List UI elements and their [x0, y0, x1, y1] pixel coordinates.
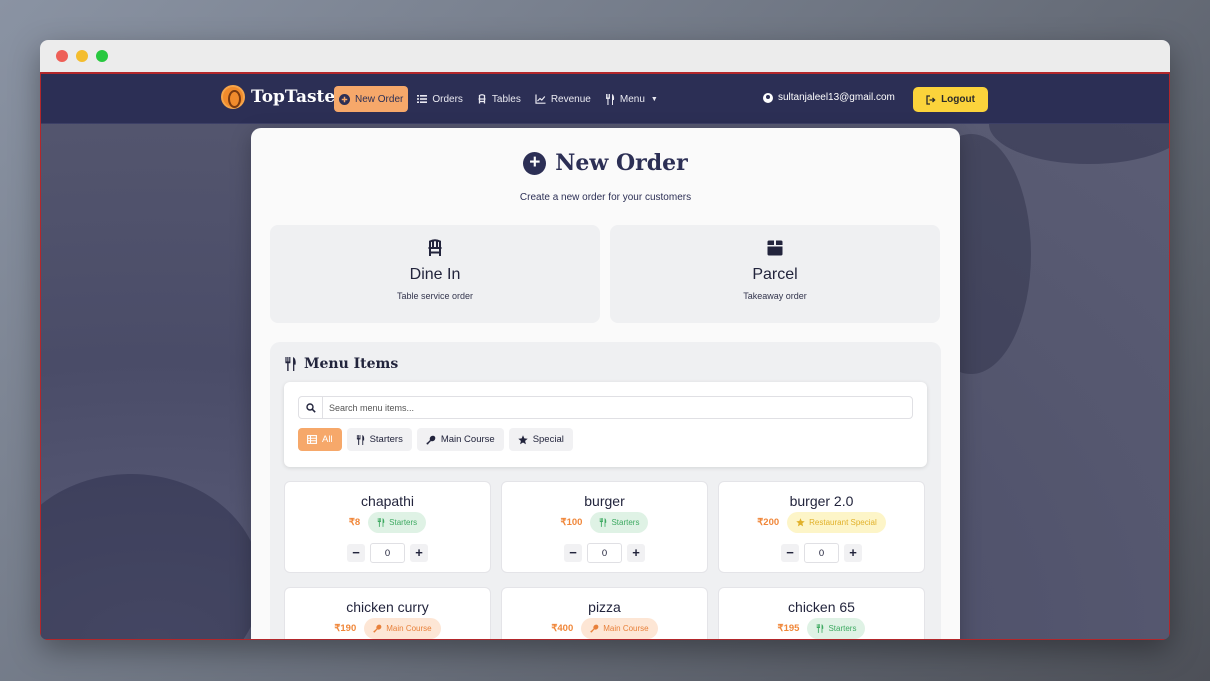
page-title: + New Order	[251, 150, 960, 176]
menu-filter-box: All Starters Main Course Special	[284, 382, 927, 467]
menu-item-card[interactable]: burger ₹100 Starters − 0 +	[501, 481, 708, 573]
nav-orders[interactable]: Orders	[412, 86, 468, 112]
decrease-qty-button[interactable]: −	[347, 544, 365, 562]
item-name: burger 2.0	[789, 493, 854, 509]
new-order-panel: + New Order Create a new order for your …	[251, 128, 960, 639]
item-name: burger	[584, 493, 625, 509]
category-badge: Main Course	[581, 618, 658, 639]
plus-circle-icon	[339, 93, 350, 105]
category-badge: Restaurant Special	[787, 512, 886, 533]
decrease-qty-button[interactable]: −	[564, 544, 582, 562]
nav-new-order[interactable]: New Order	[334, 86, 409, 112]
category-filters: All Starters Main Course Special	[298, 428, 573, 451]
user-email: sultanjaleel13@gmail.com	[778, 92, 895, 103]
chevron-down-icon: ▼	[650, 95, 658, 103]
utensils-icon	[356, 434, 364, 445]
item-price: ₹8	[348, 517, 361, 528]
menu-items-section: Menu Items All	[270, 342, 941, 639]
menu-item-card[interactable]: burger 2.0 ₹200 Restaurant Special − 0 +	[718, 481, 925, 573]
drumstick-icon	[373, 624, 382, 633]
nav-tables[interactable]: Tables	[472, 86, 526, 112]
item-price: ₹200	[757, 517, 780, 528]
item-name: chicken curry	[346, 599, 429, 615]
user-circle-icon	[763, 92, 773, 103]
table-icon	[307, 435, 317, 444]
nav-menu-dropdown[interactable]: Menu ▼	[600, 86, 663, 112]
utensils-icon	[605, 93, 614, 105]
utensils-icon	[285, 357, 296, 371]
menu-item-card[interactable]: chicken curry ₹190 Main Course	[284, 587, 491, 639]
qty-input[interactable]: 0	[370, 543, 405, 563]
category-badge: Starters	[807, 618, 866, 639]
item-name: chicken 65	[788, 599, 855, 615]
brand-logo-link[interactable]: TopTaste	[221, 85, 335, 109]
search-icon	[305, 402, 316, 413]
quantity-stepper: − 0 +	[285, 543, 490, 563]
filter-all[interactable]: All	[298, 428, 342, 451]
category-badge: Main Course	[364, 618, 441, 639]
logout-button[interactable]: Logout	[913, 87, 988, 112]
box-icon	[767, 240, 783, 256]
brand-logo-icon	[221, 85, 245, 109]
top-navbar: TopTaste New Order Orders Tables Revenue…	[41, 74, 1169, 124]
minimize-window-button[interactable]	[76, 50, 88, 62]
user-account[interactable]: sultanjaleel13@gmail.com	[763, 92, 895, 103]
utensils-icon	[817, 624, 824, 633]
item-price: ₹190	[334, 623, 357, 634]
item-price: ₹195	[777, 623, 800, 634]
brand-name: TopTaste	[251, 87, 336, 107]
menu-item-card[interactable]: chicken 65 ₹195 Starters	[718, 587, 925, 639]
menu-items-heading: Menu Items	[284, 356, 398, 372]
nav-menu: New Order Orders Tables Revenue Menu ▼	[334, 86, 663, 112]
star-icon	[796, 518, 805, 527]
close-window-button[interactable]	[56, 50, 68, 62]
quantity-stepper: − 0 +	[502, 543, 707, 563]
plus-circle-icon: +	[523, 151, 547, 175]
page-viewport: TopTaste New Order Orders Tables Revenue…	[40, 72, 1170, 640]
list-icon	[417, 95, 428, 103]
search-input[interactable]	[323, 397, 912, 418]
item-name: pizza	[588, 599, 621, 615]
page-subtitle: Create a new order for your customers	[519, 192, 692, 203]
menu-item-card[interactable]: pizza ₹400 Main Course	[501, 587, 708, 639]
filter-main-course[interactable]: Main Course	[416, 428, 504, 451]
quantity-stepper: − 0 +	[719, 543, 924, 563]
drumstick-icon	[590, 624, 599, 633]
order-type-dine-in[interactable]: Dine In Table service order	[270, 225, 600, 323]
item-price: ₹100	[560, 517, 583, 528]
increase-qty-button[interactable]: +	[410, 544, 428, 562]
utensils-icon	[600, 518, 607, 527]
window-titlebar	[40, 40, 1170, 72]
qty-input[interactable]: 0	[804, 543, 839, 563]
nav-revenue[interactable]: Revenue	[530, 86, 596, 112]
order-type-parcel[interactable]: Parcel Takeaway order	[610, 225, 940, 323]
increase-qty-button[interactable]: +	[844, 544, 862, 562]
sign-out-icon	[926, 94, 936, 105]
chair-icon	[478, 94, 486, 104]
category-badge: Starters	[368, 512, 427, 533]
qty-input[interactable]: 0	[587, 543, 622, 563]
increase-qty-button[interactable]: +	[627, 544, 645, 562]
star-icon	[517, 434, 528, 444]
maximize-window-button[interactable]	[96, 50, 108, 62]
item-price: ₹400	[551, 623, 574, 634]
chart-line-icon	[535, 94, 546, 104]
chair-icon	[428, 239, 442, 256]
menu-item-card[interactable]: chapathi ₹8 Starters − 0 +	[284, 481, 491, 573]
item-name: chapathi	[361, 493, 414, 509]
filter-special[interactable]: Special	[508, 428, 573, 451]
search-bar	[298, 396, 913, 419]
drumstick-icon	[426, 435, 436, 444]
decrease-qty-button[interactable]: −	[781, 544, 799, 562]
filter-starters[interactable]: Starters	[346, 428, 412, 451]
browser-window: TopTaste New Order Orders Tables Revenue…	[40, 40, 1170, 640]
utensils-icon	[377, 518, 385, 527]
category-badge: Starters	[590, 512, 649, 533]
